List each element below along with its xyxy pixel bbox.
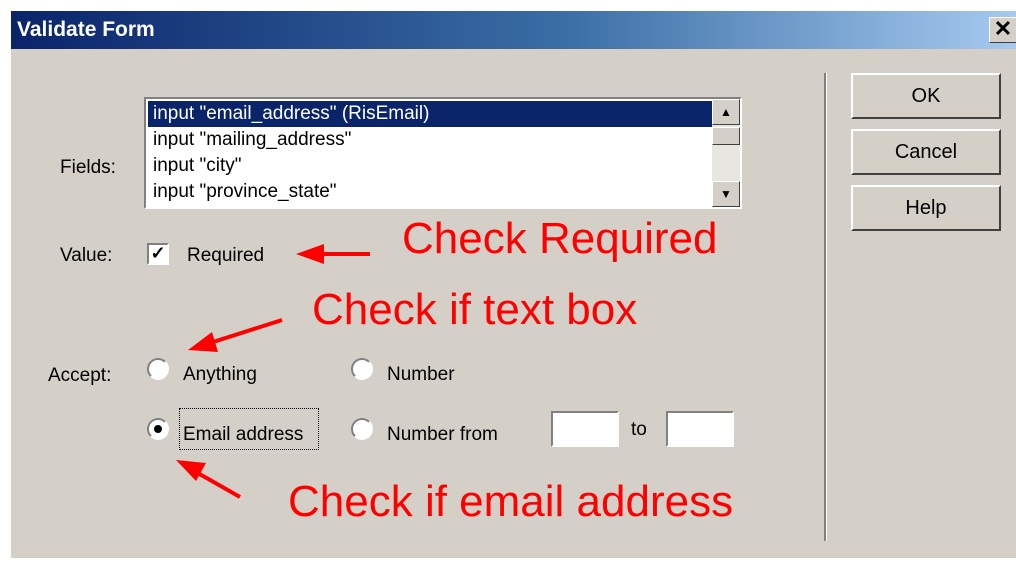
arrow-to-anything (209, 318, 283, 345)
arrow-to-email (195, 470, 241, 499)
arrowhead-anything (188, 332, 218, 352)
arrowhead-required (296, 244, 324, 264)
annotation-arrows (176, 244, 370, 499)
arrowhead-email (176, 460, 206, 481)
